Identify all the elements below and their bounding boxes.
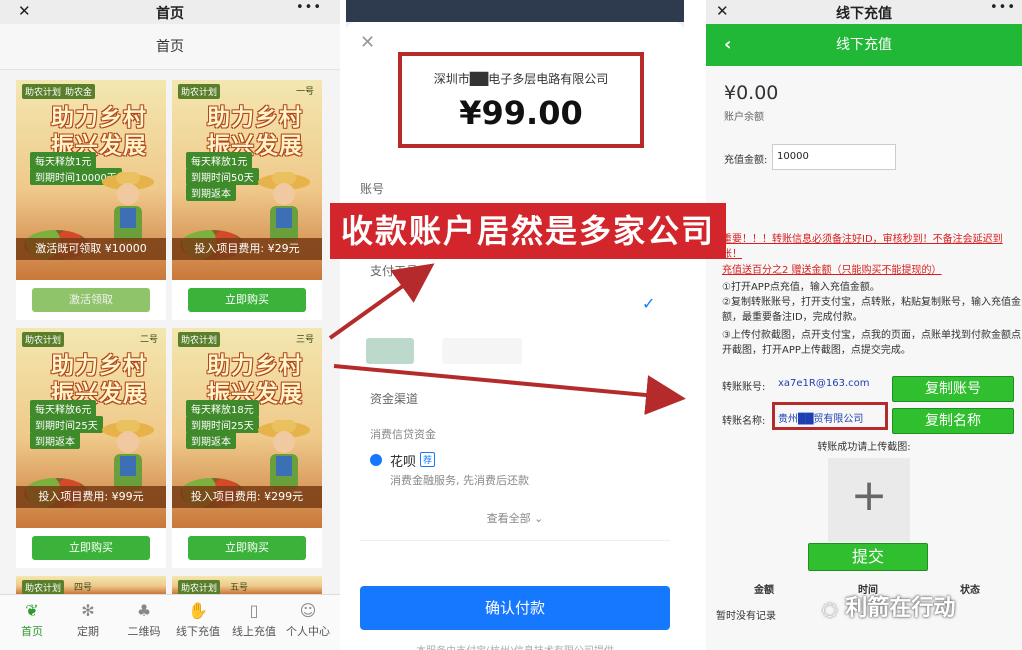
watermark: ◌ 利箭在行动 xyxy=(822,590,955,622)
annotation-banner: 收款账户居然是多家公司 xyxy=(330,203,726,259)
watermark-text: 利箭在行动 xyxy=(845,596,956,621)
arrow-to-payee xyxy=(328,263,435,340)
annotation-arrows xyxy=(328,263,686,415)
wechat-icon: ◌ xyxy=(822,599,838,620)
arrow-to-company xyxy=(333,364,686,415)
